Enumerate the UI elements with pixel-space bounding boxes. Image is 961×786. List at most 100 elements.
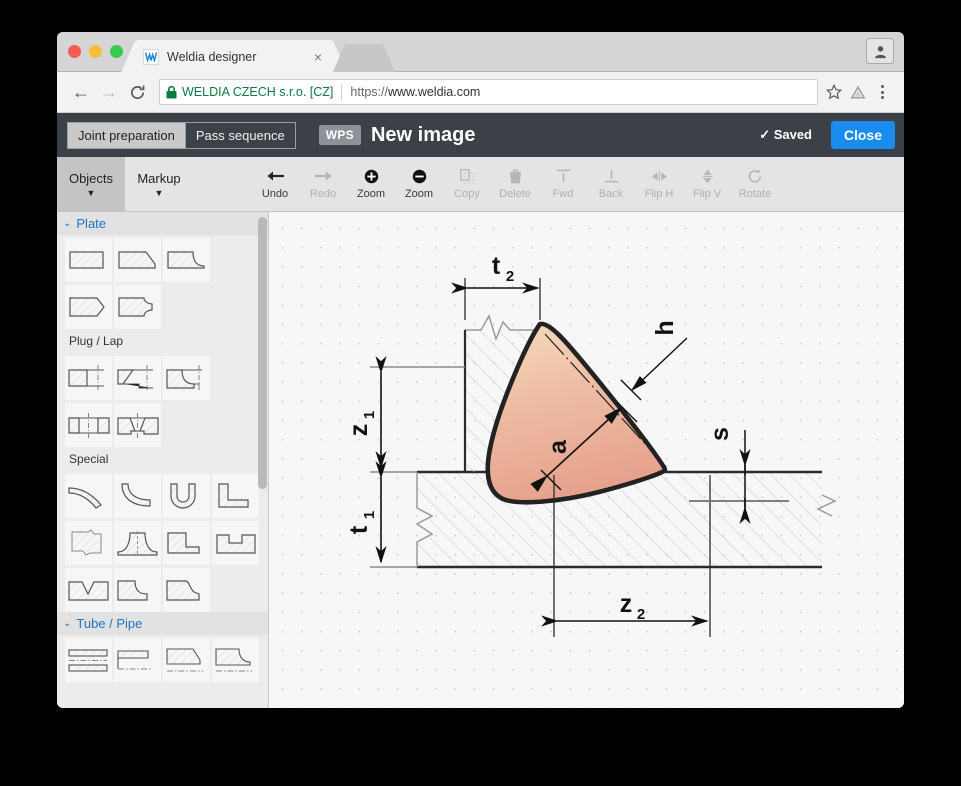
shape-plug-j[interactable]: [163, 356, 210, 400]
sidebar-group-plate[interactable]: ⌄ Plate: [57, 212, 268, 235]
wps-badge: WPS: [318, 125, 361, 145]
profile-avatar-icon[interactable]: [866, 38, 894, 64]
flip-vertical-button[interactable]: Flip V: [683, 168, 731, 200]
zoom-out-button[interactable]: Zoom: [395, 168, 443, 200]
close-window-button[interactable]: [68, 45, 81, 58]
tab-joint-preparation[interactable]: Joint preparation: [68, 122, 185, 148]
shape-special-shoulder[interactable]: [114, 568, 161, 612]
dimension-t1[interactable]: t 1: [345, 461, 417, 568]
shape-special-l-corner[interactable]: [212, 474, 259, 518]
dimension-h[interactable]: h: [620, 320, 688, 401]
dimension-s[interactable]: s: [689, 427, 789, 524]
background-tab[interactable]: [333, 44, 395, 72]
flip-h-label: Flip H: [644, 188, 674, 200]
shape-plate-notch[interactable]: [114, 285, 161, 329]
copy-button[interactable]: Copy: [443, 168, 491, 200]
dimension-t1-label: t: [345, 525, 373, 534]
redo-label: Redo: [309, 188, 337, 200]
dimension-t2[interactable]: t 2: [451, 252, 541, 320]
panel-tab-markup[interactable]: Markup ▼: [125, 157, 193, 211]
chevron-down-icon: ⌄: [63, 218, 72, 229]
shape-special-step[interactable]: [163, 521, 210, 565]
send-back-icon: [604, 168, 619, 184]
sidebar-scrollbar-track[interactable]: [258, 214, 267, 706]
minimize-window-button[interactable]: [89, 45, 102, 58]
url-input[interactable]: WELDIA CZECH s.r.o. [CZ] https://www.wel…: [159, 79, 818, 105]
shape-special-broken-plate[interactable]: [65, 521, 112, 565]
panel-tab-objects[interactable]: Objects ▼: [57, 157, 125, 211]
shape-plate-bevel[interactable]: [114, 238, 161, 282]
url-host: www.weldia.com: [387, 85, 481, 99]
flip-v-label: Flip V: [692, 188, 722, 200]
zoom-out-icon: [412, 168, 427, 184]
rotate-label: Rotate: [738, 188, 772, 200]
redo-button[interactable]: Redo: [299, 168, 347, 200]
fwd-label: Fwd: [552, 188, 574, 200]
flip-vertical-icon: [702, 168, 713, 184]
tab-pass-sequence[interactable]: Pass sequence: [184, 122, 295, 148]
dimension-t1-subscript: 1: [361, 511, 378, 519]
undo-label: Undo: [261, 188, 289, 200]
bring-forward-icon: [556, 168, 571, 184]
shape-tube-straight[interactable]: [65, 638, 112, 682]
panel-tab-objects-label: Objects: [68, 170, 114, 186]
dimension-s-label: s: [706, 427, 734, 441]
copy-label: Copy: [454, 188, 480, 200]
dimension-t2-subscript: 2: [506, 268, 514, 285]
dimension-z1[interactable]: z 1: [345, 356, 465, 469]
shape-special-elbow[interactable]: [114, 474, 161, 518]
close-editor-button[interactable]: Close: [830, 121, 895, 149]
shape-tube-bevel-end[interactable]: [163, 638, 210, 682]
bring-forward-button[interactable]: Fwd: [539, 168, 587, 200]
plate-thumbnails-row-2: [57, 282, 268, 329]
shape-plate-j-groove[interactable]: [163, 238, 210, 282]
sidebar-sublabel-plug-lap: Plug / Lap: [69, 334, 124, 348]
delete-button[interactable]: Delete: [491, 168, 539, 200]
dimension-z1-label: z: [345, 424, 373, 437]
shape-special-taper[interactable]: [163, 568, 210, 612]
shape-special-v-notch[interactable]: [65, 568, 112, 612]
back-button[interactable]: ←: [67, 78, 95, 106]
shape-special-u-bend[interactable]: [163, 474, 210, 518]
drive-extension-icon[interactable]: [846, 80, 870, 104]
drawing-canvas[interactable]: t 2 z 1 t 1 z 2 a h s: [269, 212, 904, 708]
url-scheme: https://: [350, 85, 388, 99]
shape-special-flare[interactable]: [114, 521, 161, 565]
shape-special-pocket[interactable]: [212, 521, 259, 565]
toolbar-buttons: Undo Redo Zoom Zoom Copy Delete Fwd Back…: [251, 157, 779, 211]
reload-button[interactable]: [123, 78, 151, 106]
url-text: https://www.weldia.com: [350, 85, 480, 99]
shape-tube-open[interactable]: [114, 638, 161, 682]
zoom-in-button[interactable]: Zoom: [347, 168, 395, 200]
shape-plug-square[interactable]: [65, 356, 112, 400]
shape-special-curve-bend[interactable]: [65, 474, 112, 518]
dimension-h-label: h: [651, 320, 679, 335]
dimension-z2-label: z: [620, 590, 633, 618]
shape-plug-double-bevel[interactable]: [114, 403, 161, 447]
plate-thumbnails-row-1: [57, 235, 268, 282]
window-traffic-lights: [68, 45, 123, 58]
three-dot-menu-icon[interactable]: [870, 80, 894, 104]
undo-button[interactable]: Undo: [251, 168, 299, 200]
shape-tube-j-end[interactable]: [212, 638, 259, 682]
panel-tab-markup-label: Markup: [137, 170, 181, 186]
send-back-button[interactable]: Back: [587, 168, 635, 200]
forward-button[interactable]: →: [95, 78, 123, 106]
shape-plug-bevel[interactable]: [114, 356, 161, 400]
browser-tab-title: Weldia designer: [167, 49, 257, 64]
sidebar-scrollbar-thumb[interactable]: [258, 217, 267, 489]
browser-tab[interactable]: Weldia designer ×: [121, 40, 347, 73]
sidebar-group-tube-pipe[interactable]: ⌄ Tube / Pipe: [57, 612, 268, 635]
browser-window: Weldia designer × ← → WELDIA CZECH s.r.o…: [57, 32, 904, 708]
close-icon[interactable]: ×: [311, 50, 325, 64]
flip-horizontal-button[interactable]: Flip H: [635, 168, 683, 200]
special-thumbnails-row-2: [57, 518, 268, 565]
omnibox-divider: [341, 83, 343, 101]
shape-plate-point[interactable]: [65, 285, 112, 329]
rotate-button[interactable]: Rotate: [731, 168, 779, 200]
shape-plug-double-square[interactable]: [65, 403, 112, 447]
bookmark-star-icon[interactable]: [822, 80, 846, 104]
shape-plate-rect[interactable]: [65, 238, 112, 282]
saved-status: ✓ Saved: [759, 127, 812, 142]
